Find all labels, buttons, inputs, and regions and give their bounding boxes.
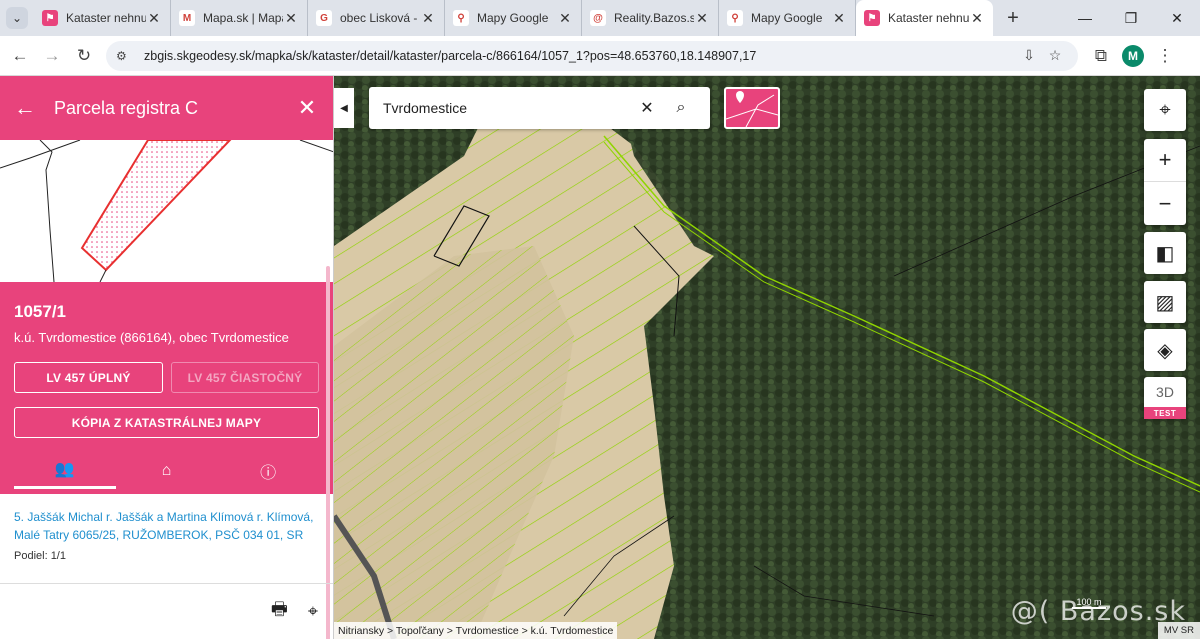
owners-list: 5. Jaššák Michal r. Jaššák a Martina Klí… xyxy=(0,494,333,586)
new-tab-button[interactable]: + xyxy=(999,7,1027,30)
print-icon[interactable]: 🖶 xyxy=(271,597,288,627)
back-arrow-icon[interactable]: ← xyxy=(14,95,54,121)
tab-close-icon[interactable]: ✕ xyxy=(557,10,573,27)
parcel-mini-map xyxy=(0,139,333,283)
minimize-icon[interactable]: — xyxy=(1062,0,1108,36)
tab-close-icon[interactable]: ✕ xyxy=(694,10,710,27)
browser-tab[interactable]: ⚑ Kataster nehnuteľ✕ xyxy=(34,0,171,36)
lv-partial-button[interactable]: LV 457 ČIASTOČNÝ xyxy=(171,362,319,393)
browser-tab[interactable]: Gobec Lisková - H✕ xyxy=(308,0,445,36)
3d-label: 3D xyxy=(1156,384,1174,400)
tab-title: Reality.Bazos.sk xyxy=(614,11,694,25)
url-text[interactable]: zbgis.skgeodesy.sk/mapka/sk/kataster/det… xyxy=(144,49,1016,63)
forward-icon[interactable]: → xyxy=(36,40,68,72)
tab-title: obec Lisková - H xyxy=(340,11,420,25)
tab-title: Mapa.sk | Mapa xyxy=(203,11,283,25)
zoom-out-button[interactable]: − xyxy=(1144,182,1186,225)
tab-owners[interactable]: 👥 xyxy=(14,452,116,489)
test-badge: TEST xyxy=(1144,407,1186,419)
tab-title: Kataster nehnuteľ xyxy=(888,11,969,25)
close-panel-icon[interactable]: ✕ xyxy=(295,95,319,121)
panel-header: ← Parcela registra C ✕ xyxy=(0,76,333,140)
collapse-panel-button[interactable]: ◀ xyxy=(334,88,354,128)
tab-favicon-icon: ⚲ xyxy=(453,10,469,26)
extensions-icon[interactable]: ⧉ xyxy=(1086,40,1116,72)
parcel-info-block: 1057/1 k.ú. Tvrdomestice (866164), obec … xyxy=(0,282,333,494)
tab-favicon-icon: ⚲ xyxy=(727,10,743,26)
tab-favicon-icon: ⚑ xyxy=(42,10,58,26)
parcel-location: k.ú. Tvrdomestice (866164), obec Tvrdome… xyxy=(14,330,289,345)
my-location-button[interactable]: ⌖ xyxy=(1144,89,1186,131)
close-window-icon[interactable]: ✕ xyxy=(1154,0,1200,36)
search-input[interactable]: Tvrdomestice xyxy=(383,100,630,116)
window-controls: — ❐ ✕ xyxy=(1062,0,1200,36)
tab-favicon-icon: G xyxy=(316,10,332,26)
map-search-box[interactable]: Tvrdomestice ✕ ⌕ xyxy=(369,87,710,129)
home-icon: ⌂ xyxy=(161,461,172,479)
profile-avatar[interactable]: M xyxy=(1122,44,1144,67)
site-info-icon[interactable]: ⚙ xyxy=(116,49,134,63)
tabs-container: ⚑Kataster nehnuteľ✕MMapa.sk | Mapa✕Gobec… xyxy=(34,0,993,36)
tab-search-button[interactable]: ⌄ xyxy=(6,7,28,29)
owner-share: Podiel: 1/1 xyxy=(14,550,66,562)
tab-title: Mapy Google xyxy=(751,11,823,25)
tab-title: Mapy Google xyxy=(477,11,549,25)
compare-icon: ◧ xyxy=(1155,242,1175,265)
layers-button[interactable]: ◈ xyxy=(1144,329,1186,371)
tab-close-icon[interactable]: ✕ xyxy=(420,10,436,27)
tab-close-icon[interactable]: ✕ xyxy=(146,10,162,27)
search-icon[interactable]: ⌕ xyxy=(664,99,698,117)
tab-close-icon[interactable]: ✕ xyxy=(969,10,985,27)
owner-entry[interactable]: 5. Jaššák Michal r. Jaššák a Martina Klí… xyxy=(14,508,319,544)
browser-tab[interactable]: M Mapa.sk | Mapa ✕ xyxy=(171,0,308,36)
tab-favicon-icon: @ xyxy=(590,10,606,26)
compare-maps-button[interactable]: ◧ xyxy=(1144,232,1186,274)
browser-menu-icon[interactable]: ⋮ xyxy=(1150,40,1180,72)
restore-icon[interactable]: ❐ xyxy=(1108,0,1154,36)
tab-title: Kataster nehnuteľ xyxy=(66,11,146,25)
panel-footer: 🖶 ⌖ xyxy=(0,583,333,639)
parcel-number: 1057/1 xyxy=(14,302,66,321)
cadastral-map-copy-button[interactable]: KÓPIA Z KATASTRÁLNEJ MAPY xyxy=(14,407,319,438)
tab-building[interactable]: ⌂ xyxy=(116,452,218,489)
address-bar[interactable]: ⚙ zbgis.skgeodesy.sk/mapka/sk/kataster/d… xyxy=(106,40,1078,71)
layers-icon: ◈ xyxy=(1157,339,1173,362)
browser-toolbar: ← → ↻ ⚙ zbgis.skgeodesy.sk/mapka/sk/kata… xyxy=(0,36,1200,76)
lv-full-button[interactable]: LV 457 ÚPLNÝ xyxy=(14,362,163,393)
orthophoto-layer xyxy=(334,76,1200,639)
browser-tab[interactable]: ⚑ Kataster nehnuteľ✕ xyxy=(856,0,993,36)
back-icon[interactable]: ← xyxy=(4,40,36,72)
browser-tab[interactable]: @ Reality.Bazos.sk ✕ xyxy=(582,0,719,36)
people-icon: 👥 xyxy=(54,461,75,478)
panel-title: Parcela registra C xyxy=(54,97,199,118)
map-view[interactable]: ◀ Tvrdomestice ✕ ⌕ ⌖ + − ◧ ▨ ◈ 3D TEST 1… xyxy=(334,76,1200,639)
bookmark-star-icon[interactable]: ☆ xyxy=(1042,47,1068,64)
zoom-in-button[interactable]: + xyxy=(1144,139,1186,182)
image-icon: ▨ xyxy=(1155,291,1175,314)
zoom-controls: + − xyxy=(1144,139,1186,225)
tab-info[interactable]: ⓘ xyxy=(217,452,319,489)
info-icon: ⓘ xyxy=(260,464,277,482)
tab-close-icon[interactable]: ✕ xyxy=(831,10,847,27)
tab-favicon-icon: M xyxy=(179,10,195,26)
location-breadcrumb: Nitriansky > Topoľčany > Tvrdomestice > … xyxy=(334,622,618,639)
locate-parcel-icon[interactable]: ⌖ xyxy=(308,601,318,622)
cadastre-layer-thumbnail[interactable] xyxy=(724,87,780,129)
clear-search-icon[interactable]: ✕ xyxy=(630,98,664,118)
3d-view-button[interactable]: 3D TEST xyxy=(1144,377,1186,419)
browser-tab[interactable]: ⚲ Mapy Google ✕ xyxy=(719,0,856,36)
browser-tab-strip: ⌄ ⚑Kataster nehnuteľ✕MMapa.sk | Mapa✕Gob… xyxy=(0,0,1200,36)
detail-tabs: 👥 ⌂ ⓘ xyxy=(14,452,319,489)
crosshair-icon: ⌖ xyxy=(1159,98,1171,121)
install-app-icon[interactable]: ⇩ xyxy=(1016,47,1042,64)
browser-tab[interactable]: ⚲ Mapy Google ✕ xyxy=(445,0,582,36)
parcel-detail-panel: ← Parcela registra C ✕ 1057/1 k.ú. Tvrdo… xyxy=(0,76,334,639)
map-attribution: MV SR xyxy=(1157,622,1200,639)
tab-close-icon[interactable]: ✕ xyxy=(283,10,299,27)
basemap-button[interactable]: ▨ xyxy=(1144,281,1186,323)
tab-favicon-icon: ⚑ xyxy=(864,10,880,26)
reload-icon[interactable]: ↻ xyxy=(68,40,100,72)
